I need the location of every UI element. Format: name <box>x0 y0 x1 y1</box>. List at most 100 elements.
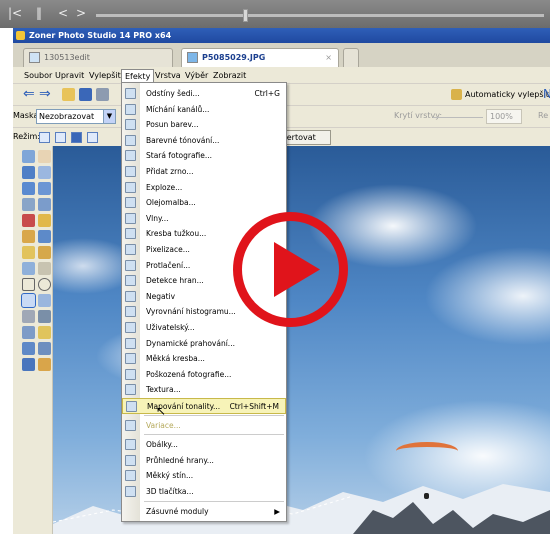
menu-item-envelope[interactable]: Obálky... <box>122 437 286 453</box>
lasso-tool-icon[interactable] <box>21 293 36 308</box>
picture-tool-icon[interactable] <box>22 358 35 371</box>
menu-item-label: Textura... <box>146 385 181 395</box>
menu-item-grain[interactable]: Přidat zrno... <box>122 164 286 180</box>
forward-icon[interactable]: > <box>76 7 86 19</box>
menu-item-label: Posun barev... <box>146 120 199 130</box>
menu-item-soft-shadow[interactable]: Měkký stín... <box>122 468 286 484</box>
close-tab-icon[interactable]: × <box>325 49 332 66</box>
mode-subtract-selection-icon[interactable] <box>71 132 82 143</box>
video-seek-track[interactable] <box>96 14 544 17</box>
tab-130513edit[interactable]: 130513edit <box>23 48 173 67</box>
red-eye-tool-icon[interactable] <box>22 214 35 227</box>
menu-vyber[interactable]: Výběr <box>182 69 211 82</box>
menu-efekty[interactable]: Efekty <box>121 69 155 82</box>
zoner-app-icon <box>16 31 25 40</box>
menu-item-label: Vyrovnání histogramu... <box>146 307 236 317</box>
perspective-tool-icon[interactable] <box>22 198 35 211</box>
pencil-sketch-icon <box>125 228 136 240</box>
pixelate-icon <box>125 244 136 255</box>
frame-tool-icon[interactable] <box>38 198 51 211</box>
menu-item-label: Barevné tónování... <box>146 135 220 145</box>
menu-item-3d-buttons[interactable]: 3D tlačítka... <box>122 484 286 500</box>
texture-icon <box>125 384 136 396</box>
chevron-down-icon: ▼ <box>103 110 115 123</box>
mode-new-selection-icon[interactable] <box>39 132 50 143</box>
canvas-tool-icon[interactable] <box>38 182 51 195</box>
emboss-icon <box>125 259 136 271</box>
video-seek-handle[interactable] <box>243 9 248 22</box>
menu-vylepsit[interactable]: Vylepšit <box>86 69 124 82</box>
document-tabs: 130513edit P5085029.JPG × <box>13 43 550 67</box>
menu-item-channel-mixer[interactable]: Míchání kanálů... <box>122 102 286 118</box>
ellipse-select-tool-icon[interactable] <box>38 278 51 291</box>
histogram-icon <box>125 306 136 318</box>
mode-add-selection-icon[interactable] <box>55 132 66 143</box>
menu-item-plugins[interactable]: Zásuvné moduly ▶ <box>122 504 286 520</box>
waves-icon <box>125 212 136 224</box>
menu-vrstva[interactable]: Vrstva <box>152 69 184 82</box>
menu-item-tone-mapping[interactable]: Mapování tonality... Ctrl+Shift+M <box>122 398 286 414</box>
menu-item-soft-sketch[interactable]: Měkká kresba... <box>122 351 286 367</box>
skip-back-icon[interactable]: |< <box>8 7 22 19</box>
more-tools-icon[interactable]: N <box>543 87 550 101</box>
tab-label: P5085029.JPG <box>202 53 266 62</box>
menu-item-variations[interactable]: Variace... <box>122 418 286 434</box>
tab-p5085029[interactable]: P5085029.JPG × <box>181 48 339 67</box>
opacity-slider[interactable] <box>433 117 483 118</box>
clone-tool-icon[interactable] <box>22 230 35 243</box>
menu-item-threshold[interactable]: Dynamické prahování... <box>122 336 286 352</box>
forward-arrow-icon[interactable]: ⇒ <box>39 86 51 102</box>
menu-item-color-toning[interactable]: Barevné tónování... <box>122 133 286 149</box>
menu-zobrazit[interactable]: Zobrazit <box>210 69 249 82</box>
watermark-tool-icon[interactable] <box>38 358 51 371</box>
healing-tool-icon[interactable] <box>38 230 51 243</box>
gradient-tool-icon[interactable] <box>38 262 51 275</box>
menu-item-explosion[interactable]: Exploze... <box>122 180 286 196</box>
omega-tool-icon[interactable] <box>38 342 51 355</box>
opacity-input[interactable]: 100% <box>486 109 522 124</box>
menubar: Soubor Upravit Vylepšit Efekty Vrstva Vý… <box>13 67 550 83</box>
pause-icon[interactable]: ‖ <box>36 7 42 19</box>
brush-tool-icon[interactable] <box>38 214 51 227</box>
save-icon[interactable] <box>79 88 92 101</box>
pencil-tool-icon[interactable] <box>22 246 35 259</box>
play-button-overlay[interactable] <box>232 211 349 328</box>
zoom-tool-icon[interactable] <box>22 150 35 163</box>
back-icon[interactable]: < <box>58 7 68 19</box>
polygon-select-tool-icon[interactable] <box>22 310 35 323</box>
open-folder-icon[interactable] <box>62 88 75 101</box>
video-player-bar: |< ‖ < > <box>0 0 550 28</box>
magic-wand-tool-icon[interactable] <box>38 310 51 323</box>
shape-tool-icon[interactable] <box>22 326 35 339</box>
back-arrow-icon[interactable]: ⇐ <box>23 86 35 102</box>
menu-item-oil-paint[interactable]: Olejomalba... <box>122 195 286 211</box>
hand-tool-icon[interactable] <box>38 150 51 163</box>
menu-item-old-photo[interactable]: Stará fotografie... <box>122 148 286 164</box>
menu-item-color-shift[interactable]: Posun barev... <box>122 117 286 133</box>
menu-item-shortcut: Ctrl+Shift+M <box>229 402 279 411</box>
crop-tool-icon[interactable] <box>22 166 35 179</box>
fill-tool-icon[interactable] <box>22 262 35 275</box>
print-icon[interactable] <box>96 88 109 101</box>
new-tab-button[interactable] <box>343 48 359 67</box>
menu-item-label: Průhledné hrany... <box>146 455 214 465</box>
symbol-tool-icon[interactable] <box>22 342 35 355</box>
mask-select[interactable]: Nezobrazovat ▼ <box>36 109 116 124</box>
menu-soubor[interactable]: Soubor <box>21 69 55 82</box>
magnetic-lasso-tool-icon[interactable] <box>38 294 51 307</box>
soft-shadow-icon <box>125 470 136 482</box>
mode-intersect-selection-icon[interactable] <box>87 132 98 143</box>
menu-item-transparent-edges[interactable]: Průhledné hrany... <box>122 453 286 469</box>
3d-buttons-icon <box>125 486 136 497</box>
menu-item-grayscale[interactable]: Odstíny šedi... Ctrl+G <box>122 86 286 102</box>
resize-tool-icon[interactable] <box>22 182 35 195</box>
eraser-tool-icon[interactable] <box>38 246 51 259</box>
menu-item-texture[interactable]: Textura... <box>122 382 286 398</box>
menu-upravit[interactable]: Upravit <box>52 69 87 82</box>
straighten-tool-icon[interactable] <box>38 166 51 179</box>
menu-item-damaged-photo[interactable]: Poškozená fotografie... <box>122 367 286 383</box>
rect-select-tool-icon[interactable] <box>22 278 35 291</box>
text-tool-icon[interactable] <box>38 326 51 339</box>
color-shift-icon <box>125 119 136 131</box>
auto-improve-button[interactable]: Automaticky vylepšit <box>449 87 549 102</box>
